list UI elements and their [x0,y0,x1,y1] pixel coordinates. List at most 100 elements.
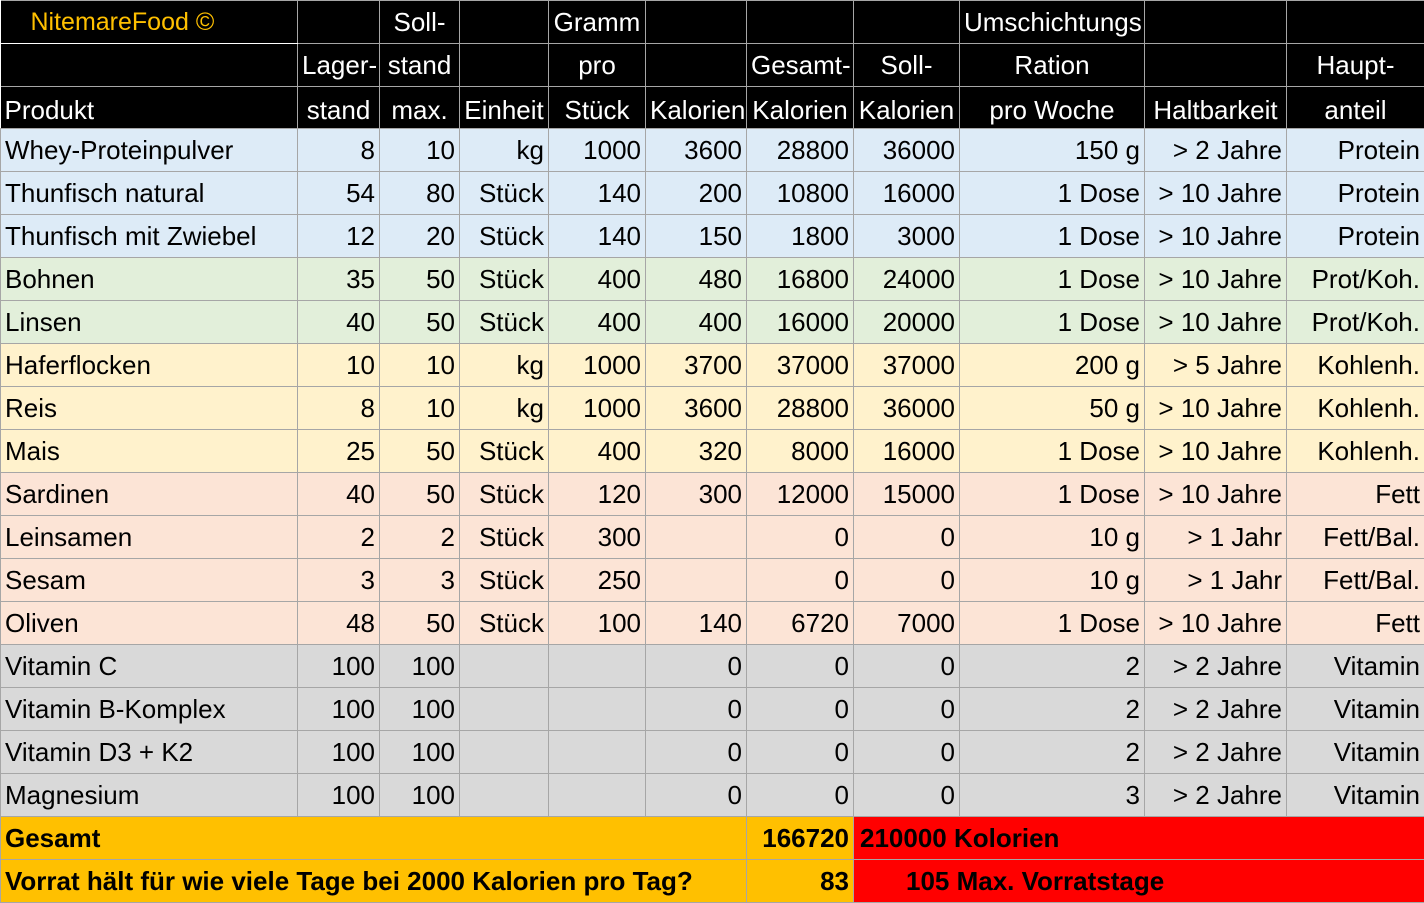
cell-einheit[interactable]: Stück [460,258,549,301]
cell-kalorien[interactable] [646,559,747,602]
cell-ration[interactable]: 2 [960,688,1145,731]
cell-produkt[interactable]: Vitamin B-Komplex [1,688,298,731]
cell-haltbarkeit[interactable]: > 2 Jahre [1145,774,1287,817]
cell-produkt[interactable]: Haferflocken [1,344,298,387]
header-cell[interactable] [460,1,549,44]
cell-gesamtkalorien[interactable]: 12000 [747,473,854,516]
cell-hauptanteil[interactable]: Vitamin [1287,731,1424,774]
cell-sollkalorien[interactable]: 0 [854,688,960,731]
cell-gramm[interactable]: 400 [549,258,646,301]
cell-sollkalorien[interactable]: 15000 [854,473,960,516]
cell-sollstand[interactable]: 50 [380,258,460,301]
cell-gesamtkalorien[interactable]: 0 [747,688,854,731]
cell-sollstand[interactable]: 50 [380,301,460,344]
cell-einheit[interactable]: kg [460,344,549,387]
header-umschicht-1[interactable]: Umschichtungs [960,1,1145,44]
header-cell[interactable] [1145,1,1287,44]
cell-haltbarkeit[interactable]: > 10 Jahre [1145,430,1287,473]
cell-kalorien[interactable]: 200 [646,172,747,215]
cell-sollkalorien[interactable]: 0 [854,516,960,559]
cell-produkt[interactable]: Thunfisch natural [1,172,298,215]
header-cell[interactable] [298,1,380,44]
header-soll-1[interactable]: Soll- [380,1,460,44]
cell-haltbarkeit[interactable]: > 10 Jahre [1145,602,1287,645]
cell-gramm[interactable]: 250 [549,559,646,602]
cell-sollkalorien[interactable]: 7000 [854,602,960,645]
cell-einheit[interactable]: Stück [460,602,549,645]
cell-gramm[interactable]: 120 [549,473,646,516]
cell-ration[interactable]: 10 g [960,516,1145,559]
cell-lagerstand[interactable]: 3 [298,559,380,602]
header-soll-2[interactable]: stand [380,44,460,87]
cell-hauptanteil[interactable]: Vitamin [1287,645,1424,688]
cell-kalorien[interactable]: 320 [646,430,747,473]
cell-ration[interactable]: 10 g [960,559,1145,602]
cell-ration[interactable]: 1 Dose [960,602,1145,645]
cell-gramm[interactable]: 300 [549,516,646,559]
cell-ration[interactable]: 50 g [960,387,1145,430]
cell-haltbarkeit[interactable]: > 2 Jahre [1145,645,1287,688]
cell-gesamtkalorien[interactable]: 16000 [747,301,854,344]
cell-sollstand[interactable]: 50 [380,473,460,516]
cell-gramm[interactable]: 1000 [549,129,646,172]
cell-sollstand[interactable]: 100 [380,645,460,688]
cell-produkt[interactable]: Oliven [1,602,298,645]
cell-lagerstand[interactable]: 2 [298,516,380,559]
cell-einheit[interactable] [460,645,549,688]
cell-haltbarkeit[interactable]: > 5 Jahre [1145,344,1287,387]
cell-produkt[interactable]: Linsen [1,301,298,344]
cell-sollstand[interactable]: 2 [380,516,460,559]
cell-haltbarkeit[interactable]: > 2 Jahre [1145,688,1287,731]
cell-gesamtkalorien[interactable]: 0 [747,731,854,774]
cell-gesamtkalorien[interactable]: 0 [747,645,854,688]
cell-ration[interactable]: 1 Dose [960,258,1145,301]
cell-hauptanteil[interactable]: Fett/Bal. [1287,559,1424,602]
total-sollkalorien[interactable]: 210000 Kolorien [854,817,1424,860]
header-haupt-2[interactable]: anteil [1287,87,1424,129]
days-value[interactable]: 83 [747,860,854,903]
cell-einheit[interactable]: Stück [460,473,549,516]
cell-haltbarkeit[interactable]: > 2 Jahre [1145,129,1287,172]
header-cell[interactable] [1,44,298,87]
cell-gesamtkalorien[interactable]: 28800 [747,387,854,430]
cell-hauptanteil[interactable]: Protein [1287,215,1424,258]
cell-produkt[interactable]: Whey-Proteinpulver [1,129,298,172]
cell-sollkalorien[interactable]: 20000 [854,301,960,344]
header-produkt[interactable]: Produkt [1,87,298,129]
header-cell[interactable] [854,1,960,44]
cell-lagerstand[interactable]: 35 [298,258,380,301]
header-cell[interactable] [1145,44,1287,87]
header-sollkal-2[interactable]: Kalorien [854,87,960,129]
days-question[interactable]: Vorrat hält für wie viele Tage bei 2000 … [1,860,747,903]
cell-produkt[interactable]: Leinsamen [1,516,298,559]
cell-einheit[interactable]: Stück [460,215,549,258]
cell-einheit[interactable] [460,774,549,817]
cell-sollkalorien[interactable]: 0 [854,774,960,817]
cell-produkt[interactable]: Vitamin D3 + K2 [1,731,298,774]
cell-sollstand[interactable]: 50 [380,602,460,645]
cell-kalorien[interactable]: 300 [646,473,747,516]
header-kalorien[interactable]: Kalorien [646,87,747,129]
header-cell[interactable] [460,44,549,87]
cell-einheit[interactable]: kg [460,129,549,172]
cell-lagerstand[interactable]: 8 [298,387,380,430]
cell-haltbarkeit[interactable]: > 2 Jahre [1145,731,1287,774]
cell-sollkalorien[interactable]: 36000 [854,129,960,172]
cell-lagerstand[interactable]: 54 [298,172,380,215]
cell-lagerstand[interactable]: 12 [298,215,380,258]
cell-sollstand[interactable]: 50 [380,430,460,473]
cell-ration[interactable]: 2 [960,645,1145,688]
cell-einheit[interactable] [460,731,549,774]
header-haupt-1[interactable]: Haupt- [1287,44,1424,87]
cell-lagerstand[interactable]: 25 [298,430,380,473]
cell-sollkalorien[interactable]: 36000 [854,387,960,430]
total-gesamtkalorien[interactable]: 166720 [747,817,854,860]
cell-hauptanteil[interactable]: Fett/Bal. [1287,516,1424,559]
cell-gesamtkalorien[interactable]: 6720 [747,602,854,645]
cell-haltbarkeit[interactable]: > 10 Jahre [1145,172,1287,215]
cell-haltbarkeit[interactable]: > 1 Jahr [1145,516,1287,559]
cell-einheit[interactable]: Stück [460,516,549,559]
cell-gramm[interactable]: 1000 [549,387,646,430]
cell-sollkalorien[interactable]: 3000 [854,215,960,258]
cell-gramm[interactable]: 140 [549,172,646,215]
